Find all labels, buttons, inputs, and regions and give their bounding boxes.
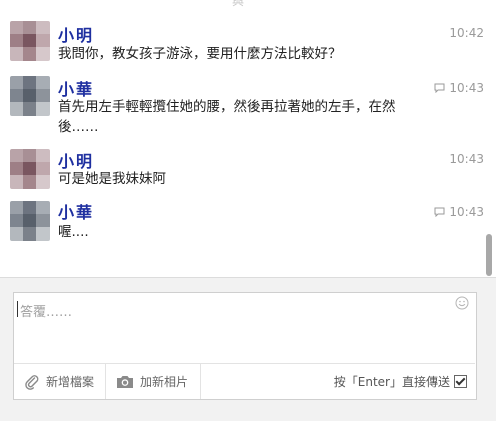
add-photo-button[interactable]: 加新相片 xyxy=(116,364,188,399)
enter-to-send-label: 按「Enter」直接傳送 xyxy=(333,375,450,389)
avatar[interactable] xyxy=(10,149,50,189)
reply-bubble-icon[interactable] xyxy=(434,207,445,217)
camera-icon xyxy=(117,376,133,388)
composer-toolbar: 新增檔案 加新相片 按「Enter」直接傳送 xyxy=(14,363,475,399)
message-time: 10:43 xyxy=(434,81,484,95)
message-time: 10:42 xyxy=(449,26,484,40)
enter-to-send-option[interactable]: 按「Enter」直接傳送 xyxy=(334,364,467,399)
add-file-button[interactable]: 新增檔案 xyxy=(24,364,94,399)
message-text: 喔.... xyxy=(58,224,89,240)
add-photo-label: 加新相片 xyxy=(140,375,189,389)
enter-to-send-checkbox[interactable] xyxy=(454,375,467,388)
add-file-label: 新增檔案 xyxy=(46,375,95,389)
message-text: 首先用左手輕輕攬住她的腰，然後再拉著她的左手，在然後…… xyxy=(58,99,396,135)
sender-name[interactable]: 小華 xyxy=(58,199,94,223)
toolbar-divider xyxy=(105,364,106,399)
avatar[interactable] xyxy=(10,76,50,116)
time-label: 10:43 xyxy=(449,205,484,219)
message-time: 10:43 xyxy=(449,152,484,166)
message-time: 10:43 xyxy=(434,205,484,219)
reply-input[interactable] xyxy=(14,293,476,363)
scrollbar-thumb[interactable] xyxy=(486,234,492,276)
emoji-icon[interactable] xyxy=(455,296,469,310)
paperclip-icon xyxy=(25,374,39,390)
text-caret xyxy=(17,301,18,317)
avatar[interactable] xyxy=(10,21,50,61)
message-list: 小明 10:42 我問你，教女孩子游泳，要用什麼方法比較好？ 小華 10:43 … xyxy=(0,0,484,276)
time-label: 10:42 xyxy=(449,26,484,40)
toolbar-divider xyxy=(200,364,201,399)
time-label: 10:43 xyxy=(449,81,484,95)
reply-bubble-icon[interactable] xyxy=(434,83,445,93)
message-text: 可是她是我妹妹阿 xyxy=(58,171,166,187)
time-label: 10:43 xyxy=(449,152,484,166)
avatar[interactable] xyxy=(10,201,50,241)
message-text: 我問你，教女孩子游泳，要用什麼方法比較好？ xyxy=(58,46,342,62)
sender-name[interactable]: 小明 xyxy=(58,22,94,46)
